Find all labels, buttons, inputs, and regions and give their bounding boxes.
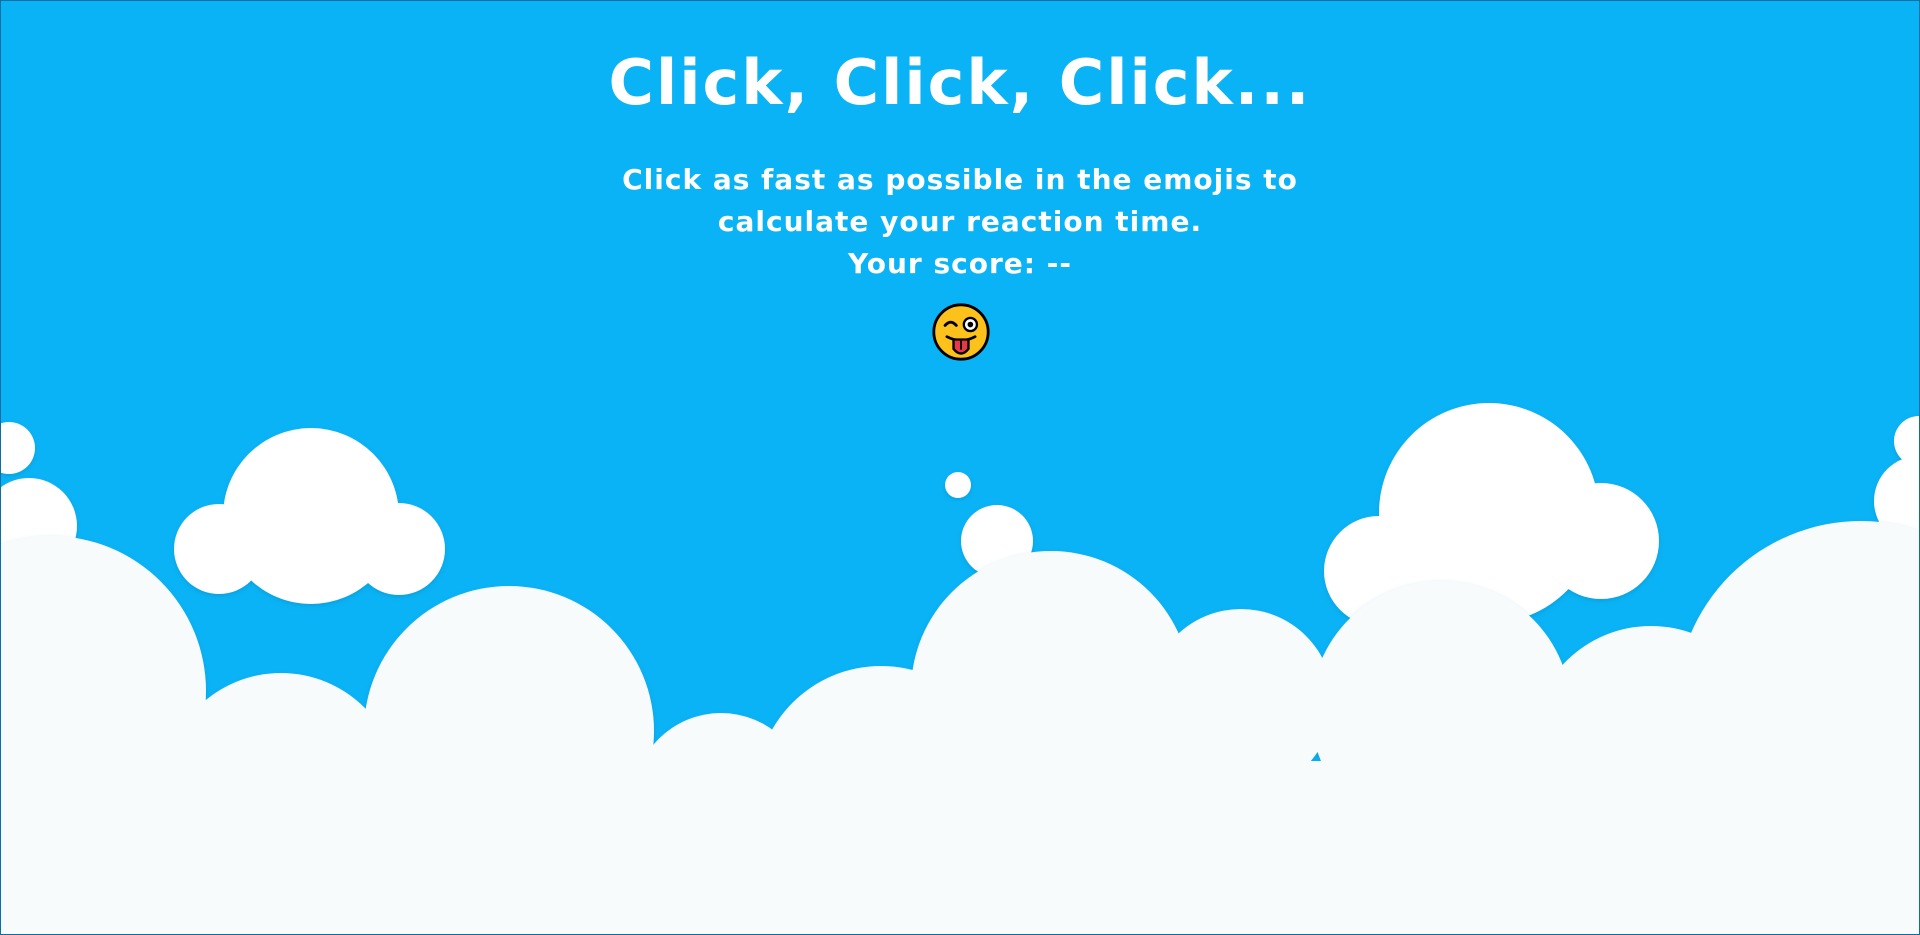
winking-face-with-tongue-icon[interactable] <box>931 302 991 362</box>
cloud-base <box>1 761 1919 934</box>
game-stage: Click, Click, Click... Click as fast as … <box>0 0 1920 935</box>
floating-cloud-left <box>174 428 445 604</box>
cloud-bubble-small <box>945 472 971 498</box>
game-instructions: Click as fast as possible in the emojis … <box>622 163 1298 238</box>
game-header: Click, Click, Click... Click as fast as … <box>1 1 1919 285</box>
score-display: Your score: -- <box>1 243 1919 285</box>
score-value: -- <box>1046 247 1072 280</box>
game-title: Click, Click, Click... <box>608 46 1312 119</box>
score-label: Your score: <box>848 247 1036 280</box>
